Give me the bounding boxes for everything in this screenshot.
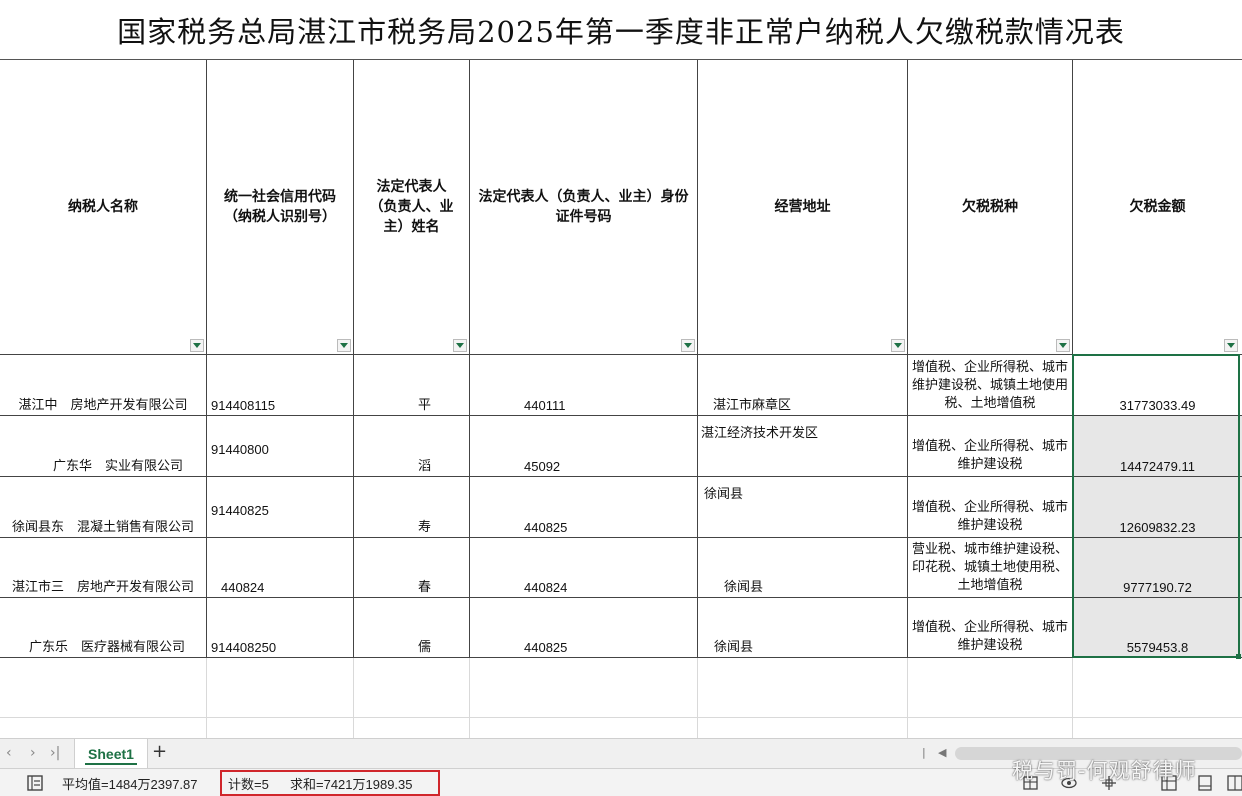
filter-dropdown-icon[interactable] (337, 339, 351, 352)
cell-taxpayer-name[interactable]: 湛江市三 房地产开发有限公司 (0, 538, 206, 597)
cell-tax-types[interactable]: 营业税、城市维护建设税、印花税、城镇土地使用税、土地增值税 (908, 538, 1072, 597)
filter-dropdown-icon[interactable] (453, 339, 467, 352)
cell-legal-rep-id[interactable]: 440825 (470, 477, 697, 537)
page-layout-icon[interactable] (1196, 774, 1214, 792)
header-legal-rep-id[interactable]: 法定代表人（负责人、业主）身份证件号码 (470, 60, 697, 354)
normal-view-icon[interactable] (1160, 774, 1178, 792)
cell-legal-rep-id[interactable]: 440824 (470, 538, 697, 597)
horizontal-scrollbar[interactable] (955, 747, 1242, 760)
cell-legal-rep-id[interactable]: 440825 (470, 598, 697, 657)
grid-line (469, 658, 470, 738)
cell-tax-amount[interactable]: 12609832.23 (1073, 477, 1242, 537)
cell-tax-types[interactable]: 增值税、企业所得税、城市维护建设税、城镇土地使用税、土地增值税 (908, 355, 1072, 415)
scroll-left-separator-icon[interactable]: | (922, 746, 926, 759)
cell-legal-rep-id[interactable]: 45092 (470, 416, 697, 476)
cell-tax-amount[interactable]: 31773033.49 (1073, 355, 1242, 415)
filter-dropdown-icon[interactable] (891, 339, 905, 352)
header-legal-rep-name[interactable]: 法定代表人（负责人、业主）姓名 (354, 60, 469, 354)
cell-legal-rep-name[interactable]: 春 (354, 538, 469, 597)
grid-line (206, 658, 207, 738)
cell-tax-amount[interactable]: 9777190.72 (1073, 538, 1242, 597)
filter-dropdown-icon[interactable] (190, 339, 204, 352)
cell-credit-code[interactable]: 91440825 (207, 477, 353, 537)
status-average: 平均值=1484万2397.87 (62, 777, 198, 792)
tab-next-icon[interactable]: › (30, 745, 36, 761)
table-grid-icon[interactable] (1022, 774, 1040, 792)
cell-tax-types[interactable]: 增值税、企业所得税、城市维护建设税 (908, 477, 1072, 537)
header-tax-amount[interactable]: 欠税金额 (1073, 60, 1242, 354)
cell-legal-rep-name[interactable]: 滔 (354, 416, 469, 476)
cell-credit-code[interactable]: 914408115 (207, 355, 353, 415)
fill-handle[interactable] (1236, 654, 1241, 659)
cell-legal-rep-name[interactable]: 儒 (354, 598, 469, 657)
grid-line (697, 658, 698, 738)
header-taxpayer-name[interactable]: 纳税人名称 (0, 60, 206, 354)
header-address[interactable]: 经营地址 (698, 60, 907, 354)
grid-line (0, 717, 1242, 718)
status-sum: 求和=7421万1989.35 (290, 777, 413, 792)
cell-taxpayer-name[interactable]: 湛江中 房地产开发有限公司 (0, 355, 206, 415)
sheet-tab-bar: ‹ › ›| Sheet1 + | ◀ (0, 738, 1242, 768)
cell-taxpayer-name[interactable]: 广东乐 医疗器械有限公司 (0, 598, 206, 657)
cell-credit-code[interactable]: 440824 (207, 538, 353, 597)
page-break-icon[interactable] (1226, 774, 1242, 792)
eye-protection-icon[interactable] (1060, 774, 1078, 792)
cell-tax-types[interactable]: 增值税、企业所得税、城市维护建设税 (908, 598, 1072, 657)
cell-address[interactable]: 湛江经济技术开发区 (698, 416, 907, 476)
status-bar: 平均值=1484万2397.87 计数=5 求和=7421万1989.35 (0, 768, 1242, 796)
cell-address[interactable]: 湛江市麻章区 (698, 355, 907, 415)
cell-tax-amount[interactable]: 5579453.8 (1073, 598, 1242, 657)
sheet-view-icon[interactable] (26, 774, 44, 792)
cell-address[interactable]: 徐闻县 (698, 598, 907, 657)
sheet-title[interactable]: 国家税务总局湛江市税务局2025年第一季度非正常户纳税人欠缴税款情况表 (0, 0, 1242, 60)
crosshair-icon[interactable] (1100, 774, 1118, 792)
add-sheet-button[interactable]: + (152, 741, 167, 762)
cell-legal-rep-id[interactable]: 440111 (470, 355, 697, 415)
cell-credit-code[interactable]: 914408250 (207, 598, 353, 657)
filter-dropdown-icon[interactable] (1224, 339, 1238, 352)
cell-tax-amount[interactable]: 14472479.11 (1073, 416, 1242, 476)
scroll-left-icon[interactable]: ◀ (938, 746, 946, 759)
filter-dropdown-icon[interactable] (1056, 339, 1070, 352)
tab-sheet1[interactable]: Sheet1 (74, 739, 148, 768)
row-border (0, 657, 1242, 658)
grid-line (353, 658, 354, 738)
cell-address[interactable]: 徐闻县 (698, 538, 907, 597)
cell-credit-code[interactable]: 91440800 (207, 416, 353, 476)
tab-last-icon[interactable]: ›| (50, 745, 60, 761)
header-tax-types[interactable]: 欠税税种 (908, 60, 1072, 354)
cell-legal-rep-name[interactable]: 寿 (354, 477, 469, 537)
header-credit-code[interactable]: 统一社会信用代码（纳税人识别号） (207, 60, 353, 354)
grid-line (907, 658, 908, 738)
filter-dropdown-icon[interactable] (681, 339, 695, 352)
cell-taxpayer-name[interactable]: 广东华 实业有限公司 (0, 416, 206, 476)
spreadsheet-grid[interactable]: 国家税务总局湛江市税务局2025年第一季度非正常户纳税人欠缴税款情况表 纳税人名… (0, 0, 1242, 738)
status-count: 计数=5 (228, 777, 269, 792)
cell-legal-rep-name[interactable]: 平 (354, 355, 469, 415)
cell-tax-types[interactable]: 增值税、企业所得税、城市维护建设税 (908, 416, 1072, 476)
cell-taxpayer-name[interactable]: 徐闻县东 混凝土销售有限公司 (0, 477, 206, 537)
tab-prev-icon[interactable]: ‹ (6, 745, 12, 761)
cell-address[interactable]: 徐闻县 (698, 477, 907, 537)
grid-line (1072, 658, 1073, 738)
